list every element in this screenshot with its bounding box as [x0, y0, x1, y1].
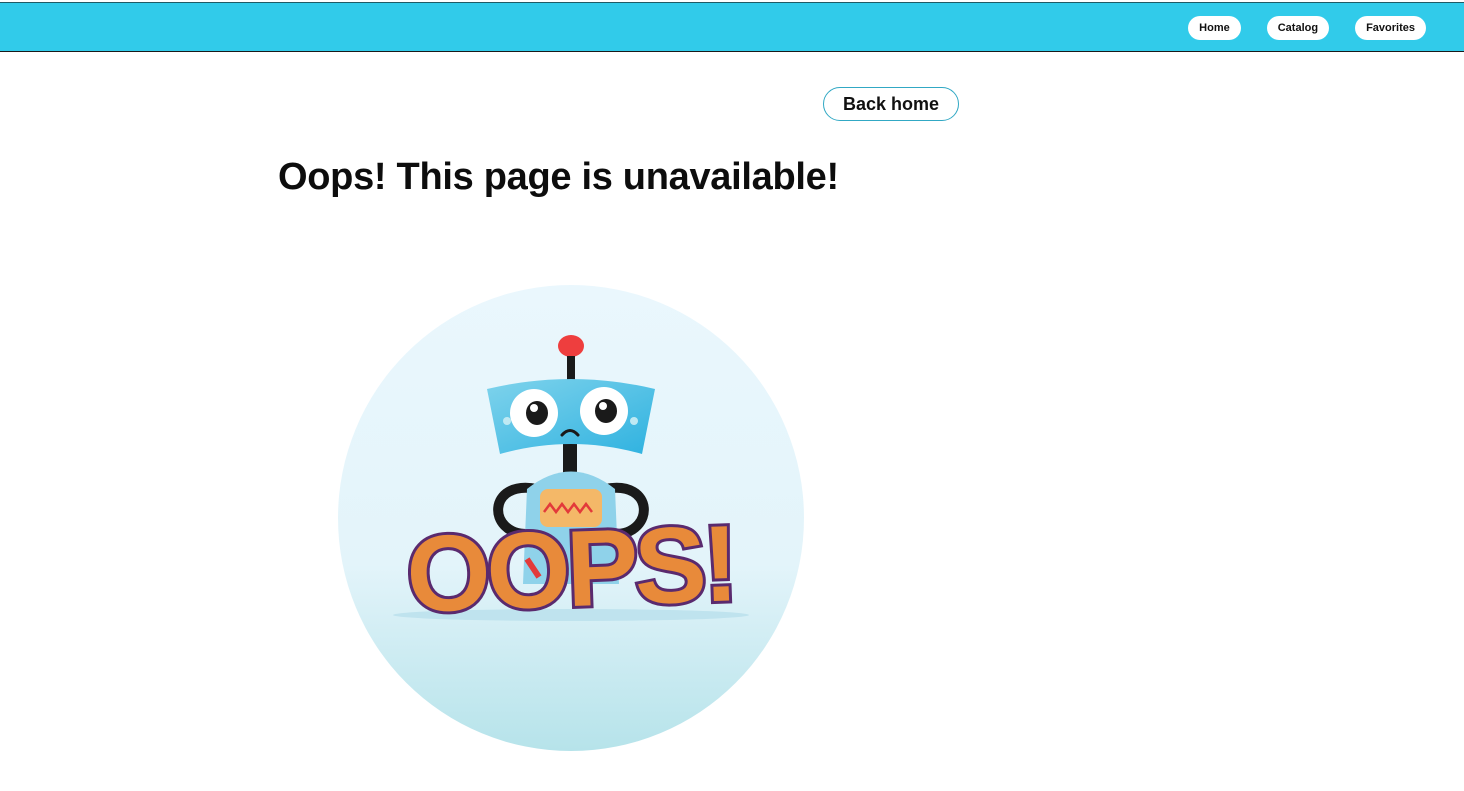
nav-favorites-button[interactable]: Favorites	[1355, 16, 1426, 40]
top-nav-bar: Home Catalog Favorites	[0, 2, 1464, 52]
sad-robot-icon: OOPS!	[338, 285, 804, 751]
main-nav: Home Catalog Favorites	[1188, 16, 1426, 40]
page-title: Oops! This page is unavailable!	[278, 156, 839, 198]
oops-text: OOPS!	[404, 502, 736, 634]
back-home-button[interactable]: Back home	[823, 87, 959, 121]
nav-catalog-button[interactable]: Catalog	[1266, 16, 1330, 40]
nav-home-button[interactable]: Home	[1188, 16, 1241, 40]
oops-robot-illustration: OOPS!	[337, 284, 805, 752]
